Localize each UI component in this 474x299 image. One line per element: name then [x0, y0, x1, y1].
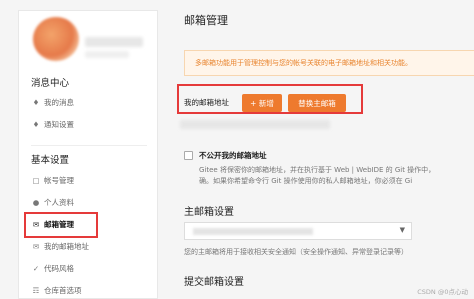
sidebar-divider	[31, 145, 147, 146]
sidebar: 消息中心 ♦ 我的消息 ♦ 通知设置 基本设置 ▢ 帐号管理 ● 个人资料 ✉ …	[18, 10, 158, 299]
sidebar-item-my-email-address[interactable]: ✉ 我的邮箱地址	[31, 237, 151, 255]
username-blurred	[85, 37, 143, 47]
sidebar-item-label: 个人资料	[44, 197, 74, 207]
highlight-box-address	[177, 84, 363, 114]
sidebar-item-code-style[interactable]: ✓ 代码风格	[31, 259, 151, 277]
sidebar-item-label: 代码风格	[44, 263, 74, 273]
highlight-box-sidebar	[24, 212, 98, 238]
sidebar-item-label: 通知设置	[44, 119, 74, 129]
sidebar-item-my-messages[interactable]: ♦ 我的消息	[31, 93, 151, 111]
repo-icon: ☶	[32, 285, 40, 295]
sidebar-item-label: 帐号管理	[44, 175, 74, 185]
private-email-checkbox[interactable]	[184, 151, 193, 160]
page-title: 邮箱管理	[184, 14, 228, 27]
code-icon: ✓	[32, 263, 40, 273]
bell-settings-icon: ♦	[32, 119, 40, 129]
sidebar-item-label: 我的消息	[44, 97, 74, 107]
account-icon: ▢	[32, 175, 40, 185]
sidebar-item-repo-preferences[interactable]: ☶ 仓库首选项	[31, 281, 151, 299]
sidebar-item-label: 我的邮箱地址	[44, 241, 89, 251]
main-content: 邮箱管理 多邮箱功能用于管理控制与您的帐号关联的电子邮箱地址和相关功能。 我的邮…	[168, 0, 474, 299]
sidebar-item-label: 仓库首选项	[44, 285, 82, 295]
commit-email-title: 提交邮箱设置	[184, 277, 244, 288]
private-email-description-2: 确。如果你希望命令行 Git 操作使用你的私人邮箱地址，你必须在 Gi	[199, 177, 413, 185]
email-address-blurred	[180, 120, 330, 129]
sidebar-item-notification-settings[interactable]: ♦ 通知设置	[31, 115, 151, 133]
sidebar-item-account[interactable]: ▢ 帐号管理	[31, 171, 151, 189]
primary-email-title: 主邮箱设置	[184, 207, 234, 218]
user-subtitle-blurred	[85, 51, 129, 58]
private-email-description-1: Gitee 将保密你的邮箱地址，并在执行基于 Web | WebIDE 的 Gi…	[199, 166, 436, 174]
primary-email-value-blurred	[193, 228, 313, 235]
primary-email-hint: 您的主邮箱将用于接收相关安全通知（安全操作通知、异常登录记录等）	[184, 248, 408, 256]
watermark: CSDN @0点心动	[417, 288, 468, 296]
bell-icon: ♦	[32, 97, 40, 107]
user-icon: ●	[32, 197, 40, 207]
private-email-label: 不公开我的邮箱地址	[199, 151, 267, 160]
info-notice: 多邮箱功能用于管理控制与您的帐号关联的电子邮箱地址和相关功能。	[184, 50, 474, 76]
mail-address-icon: ✉	[32, 241, 40, 251]
avatar[interactable]	[33, 17, 79, 61]
section-title-basic: 基本设置	[31, 155, 70, 166]
sidebar-item-profile[interactable]: ● 个人资料	[31, 193, 151, 211]
chevron-down-icon: ▼	[399, 226, 405, 234]
section-title-messages: 消息中心	[31, 78, 70, 89]
primary-email-select[interactable]: ▼	[184, 222, 412, 240]
